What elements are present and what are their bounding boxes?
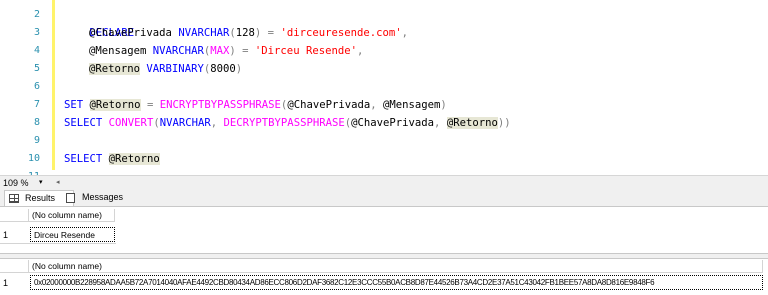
- line-number: 11: [0, 168, 40, 175]
- line-number: 10: [27, 153, 40, 164]
- column-header[interactable]: (No column name): [29, 260, 763, 273]
- row-number[interactable]: 1: [3, 276, 8, 290]
- row-number[interactable]: 1: [3, 228, 8, 242]
- code-line-11[interactable]: SELECT @Retorno: [64, 150, 160, 168]
- tab-messages-label: Messages: [82, 192, 124, 202]
- scroll-left-arrow-icon[interactable]: ◂: [56, 178, 60, 186]
- code-line-3[interactable]: @ChavePrivada NVARCHAR(128) = 'dirceures…: [89, 24, 408, 42]
- tab-results-label: Results: [25, 193, 56, 203]
- column-header[interactable]: (No column name): [29, 209, 115, 222]
- line-number: 7: [33, 99, 40, 110]
- line-number: 3: [33, 27, 40, 38]
- grid-icon: [9, 194, 19, 203]
- result-grid-2: (No column name) 1 0x02000000B228958ADAA…: [0, 257, 768, 295]
- query-editor[interactable]: 2 3 4 5 6 7 8 9 10 11 DECLARE @ChavePriv…: [0, 0, 768, 175]
- zoom-status-bar: 109 % ▾ ◂: [0, 175, 768, 191]
- code-line-7[interactable]: SET @Retorno = ENCRYPTBYPASSPHRASE(@Chav…: [64, 96, 447, 114]
- line-number-gutter: 2 3 4 5 6 7 8 9 10 11: [0, 0, 46, 175]
- line-number: 2: [33, 9, 40, 20]
- code-line-8[interactable]: SELECT CONVERT(NVARCHAR, DECRYPTBYPASSPH…: [64, 114, 511, 132]
- results-tab-bar: Results Messages: [0, 190, 768, 207]
- code-line-5[interactable]: @Retorno VARBINARY(8000): [89, 60, 242, 78]
- grid-corner: [0, 260, 29, 273]
- line-number: 4: [33, 45, 40, 56]
- change-tracking-bar: [52, 0, 55, 170]
- tab-messages[interactable]: Messages: [62, 190, 142, 205]
- row-separator: [0, 243, 116, 244]
- code-line-4[interactable]: @Mensagem NVARCHAR(MAX) = 'Dirceu Resend…: [89, 42, 363, 60]
- line-number: 9: [33, 135, 40, 146]
- chevron-down-icon[interactable]: ▾: [39, 177, 43, 189]
- line-number: 6: [33, 81, 40, 92]
- zoom-level: 109 %: [3, 178, 29, 188]
- grid-corner: [0, 209, 29, 222]
- code-line-2[interactable]: DECLARE: [64, 6, 135, 39]
- line-number: 5: [33, 63, 40, 74]
- result-cell[interactable]: 0x02000000B228958ADAA5B72A7014040AFAE449…: [30, 275, 763, 290]
- results-pane: (No column name) 1 Dirceu Resende (No co…: [0, 207, 768, 295]
- result-grid-1: (No column name) 1 Dirceu Resende: [0, 207, 768, 253]
- line-number: 8: [33, 117, 40, 128]
- result-cell[interactable]: Dirceu Resende: [30, 227, 115, 242]
- messages-icon: [66, 193, 75, 203]
- zoom-dropdown[interactable]: 109 % ▾: [1, 177, 49, 189]
